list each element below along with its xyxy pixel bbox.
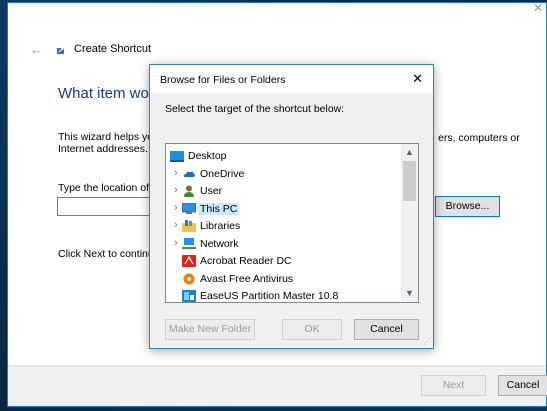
chevron-right-icon[interactable]: › bbox=[174, 237, 178, 249]
wizard-heading: What item woul bbox=[58, 85, 161, 102]
location-label: Type the location of bbox=[58, 182, 150, 194]
dialog-body: Select the target of the shortcut below:… bbox=[150, 93, 433, 348]
tree-item[interactable]: EaseUS Partition Master 10.8 bbox=[166, 288, 402, 302]
tree-item[interactable]: › Libraries bbox=[166, 218, 402, 235]
dialog-cancel-button[interactable]: Cancel bbox=[354, 319, 419, 340]
acrobat-icon bbox=[182, 255, 196, 267]
network-icon bbox=[182, 237, 196, 250]
scroll-down-icon[interactable]: ▼ bbox=[401, 285, 418, 302]
browse-button[interactable]: Browse... bbox=[435, 196, 500, 217]
user-icon bbox=[182, 185, 196, 197]
easeus-icon bbox=[182, 290, 196, 302]
resize-grip-icon[interactable]: ⋰ bbox=[423, 337, 431, 346]
make-new-folder-button[interactable]: Make New Folder bbox=[165, 319, 255, 340]
shortcut-icon bbox=[57, 47, 64, 54]
wizard-description-line2: Internet addresses. bbox=[58, 143, 148, 155]
dialog-title: Browse for Files or Folders bbox=[160, 74, 286, 86]
tree-item-label: User bbox=[200, 185, 223, 197]
chevron-right-icon[interactable]: › bbox=[174, 167, 178, 179]
click-next-text: Click Next to continu bbox=[58, 248, 154, 260]
browse-dialog: Browse for Files or Folders ✕ Select the… bbox=[149, 64, 434, 349]
dialog-titlebar: Browse for Files or Folders ✕ bbox=[150, 65, 433, 93]
tree-item[interactable]: Desktop bbox=[166, 148, 402, 165]
tree-item[interactable]: › Network bbox=[166, 236, 402, 253]
onedrive-icon bbox=[182, 168, 196, 180]
folder-tree[interactable]: Desktop › OneDrive › User › This PC › Libraries ›… bbox=[165, 143, 419, 303]
cancel-button[interactable]: Cancel bbox=[498, 375, 547, 396]
tree-item-label: This PC bbox=[198, 202, 240, 215]
tree-item[interactable]: › OneDrive bbox=[166, 166, 402, 183]
dialog-close-icon[interactable]: ✕ bbox=[412, 71, 423, 87]
dialog-instruction: Select the target of the shortcut below: bbox=[165, 103, 345, 115]
chevron-right-icon[interactable]: › bbox=[174, 219, 178, 231]
tree-item-label: Network bbox=[200, 237, 239, 250]
location-input[interactable] bbox=[57, 197, 157, 216]
tree-item-label: Acrobat Reader DC bbox=[200, 255, 292, 267]
tree-item-label: Avast Free Antivirus bbox=[200, 272, 294, 285]
wizard-footer: Next Cancel bbox=[8, 365, 547, 406]
libraries-icon bbox=[182, 220, 196, 232]
tree-item[interactable]: › User bbox=[166, 183, 402, 200]
next-button[interactable]: Next bbox=[421, 375, 486, 396]
this-pc-icon bbox=[181, 202, 197, 215]
tree-item-label: Desktop bbox=[188, 150, 227, 162]
tree-item[interactable]: Avast Free Antivirus bbox=[166, 271, 402, 288]
avast-icon bbox=[182, 273, 196, 285]
wizard-description-right: ers, computers or bbox=[438, 132, 520, 144]
chevron-right-icon[interactable]: › bbox=[174, 202, 178, 214]
scroll-up-icon[interactable]: ▲ bbox=[401, 144, 418, 161]
tree-scrollbar[interactable]: ▲ ▼ bbox=[401, 144, 418, 302]
tree-item-label: Libraries bbox=[200, 220, 241, 232]
tree-item[interactable]: › This PC bbox=[166, 201, 402, 218]
tree-item-label: OneDrive bbox=[200, 167, 245, 180]
wizard-description-line1: This wizard helps yo bbox=[58, 131, 154, 143]
chevron-right-icon[interactable]: › bbox=[174, 184, 178, 196]
desktop-icon bbox=[170, 150, 184, 162]
scroll-thumb[interactable] bbox=[403, 161, 416, 201]
back-arrow-icon[interactable]: ← bbox=[30, 42, 43, 57]
ok-button[interactable]: OK bbox=[282, 319, 342, 340]
tree-item-label: EaseUS Partition Master 10.8 bbox=[200, 290, 339, 302]
tree-item[interactable]: Acrobat Reader DC bbox=[166, 253, 402, 270]
wizard-title: Create Shortcut bbox=[74, 43, 152, 55]
wizard-close-icon[interactable]: ✕ bbox=[533, 1, 543, 15]
